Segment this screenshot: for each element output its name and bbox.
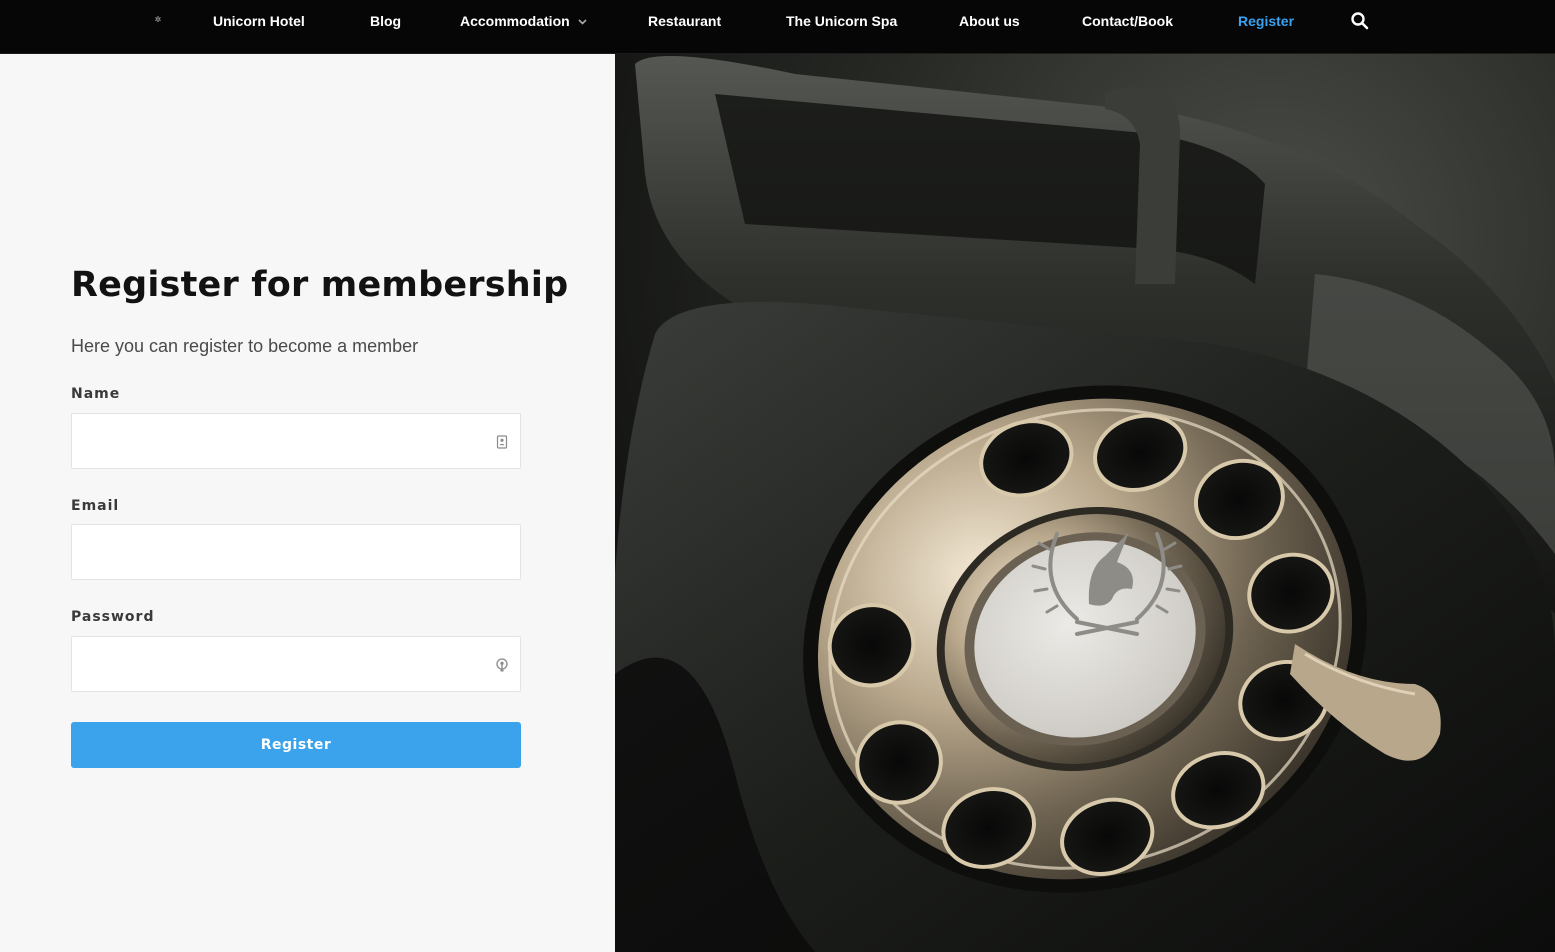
- name-label: Name: [71, 386, 121, 402]
- nav-item-the-unicorn-spa[interactable]: The Unicorn Spa: [786, 11, 897, 31]
- vintage-rotary-telephone-photo: [615, 54, 1555, 952]
- register-button[interactable]: Register: [71, 722, 521, 768]
- nav-item-about-us[interactable]: About us: [959, 11, 1020, 31]
- top-navigation: ✲ Unicorn Hotel Blog Accommodation Resta…: [0, 0, 1555, 54]
- email-field-box: [71, 524, 521, 580]
- nav-item-restaurant[interactable]: Restaurant: [648, 11, 721, 31]
- nav-item-contact-book[interactable]: Contact/Book: [1082, 11, 1173, 31]
- nav-item-unicorn-hotel[interactable]: Unicorn Hotel: [213, 11, 305, 31]
- search-icon[interactable]: [1350, 11, 1370, 31]
- telephone-illustration: [615, 54, 1555, 952]
- contact-card-icon: [496, 435, 508, 449]
- nav-item-blog[interactable]: Blog: [370, 11, 401, 31]
- password-input[interactable]: [72, 637, 520, 691]
- chevron-down-icon: [578, 19, 587, 25]
- name-field-box: [71, 413, 521, 469]
- password-field-box: [71, 636, 521, 692]
- nav-item-register[interactable]: Register: [1238, 11, 1294, 31]
- page-subtitle: Here you can register to become a member: [71, 336, 419, 356]
- password-label: Password: [71, 609, 155, 625]
- email-label: Email: [71, 498, 120, 514]
- password-key-icon: [496, 658, 508, 672]
- name-input[interactable]: [72, 414, 520, 468]
- unicorn-logo-icon[interactable]: ✲: [154, 16, 162, 24]
- nav-item-accommodation-label: Accommodation: [460, 13, 570, 29]
- email-input[interactable]: [72, 525, 520, 579]
- page-title: Register for membership: [71, 265, 569, 305]
- nav-item-accommodation[interactable]: Accommodation: [460, 11, 587, 31]
